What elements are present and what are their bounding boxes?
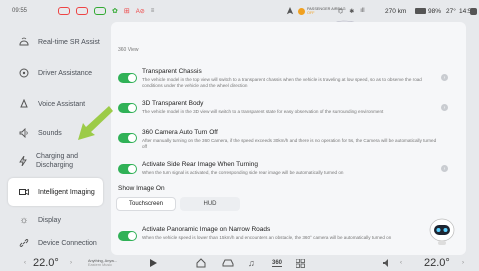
sidebar-item-intelligent-imaging[interactable]: Intelligent Imaging bbox=[8, 178, 103, 206]
sidebar-item-driver-assistance[interactable]: Driver Assistance bbox=[8, 59, 103, 87]
airbag-icon bbox=[298, 7, 305, 15]
status-time: 09:55 bbox=[12, 8, 28, 14]
show-image-on-label: Show Image On bbox=[118, 185, 165, 192]
driver-temp-increase[interactable]: › bbox=[70, 255, 72, 271]
music-icon[interactable]: ♫ bbox=[248, 255, 255, 271]
info-icon[interactable]: › bbox=[441, 74, 448, 81]
sidebar-item-label: Real-time SR Assist bbox=[38, 38, 100, 46]
battery-icon bbox=[415, 0, 426, 22]
setting-description: The vehicle model in the 3D view will sw… bbox=[142, 109, 384, 114]
seatbelt-warning-icon bbox=[58, 7, 70, 15]
car-radar-icon bbox=[18, 36, 30, 48]
side-rear-image-toggle[interactable] bbox=[118, 164, 137, 174]
volume-icon[interactable] bbox=[383, 255, 392, 271]
status-bar: 09:55 ✿ ⊞ A⊘ ≡ PASSENGER AIRBAG OFF ⌬ ✱ … bbox=[0, 0, 479, 22]
info-icon[interactable]: › bbox=[441, 104, 448, 111]
steering-wheel-icon bbox=[18, 67, 30, 79]
sidebar-item-label: Intelligent Imaging bbox=[38, 188, 95, 196]
show-image-on-selector: Touchscreen HUD bbox=[116, 197, 250, 211]
setting-description: The vehicle model in the top view will s… bbox=[142, 77, 422, 89]
option-hud[interactable]: HUD bbox=[180, 197, 240, 211]
home-icon[interactable] bbox=[196, 255, 206, 271]
360-camera-auto-off-toggle[interactable] bbox=[118, 133, 137, 143]
sidebar-item-real-time-sr-assist[interactable]: Real-time SR Assist bbox=[8, 28, 103, 56]
apps-grid-icon[interactable] bbox=[296, 255, 305, 271]
battery-level: 98% bbox=[428, 7, 442, 15]
seatbelt-warning-icon-2 bbox=[76, 7, 88, 15]
brightness-icon: ☼ bbox=[19, 214, 29, 226]
media-subtitle: Eastern Music bbox=[88, 263, 113, 267]
sidebar-item-label: Display bbox=[38, 216, 61, 224]
option-touchscreen[interactable]: Touchscreen bbox=[116, 197, 176, 211]
setting-title: 3D Transparent Body bbox=[142, 100, 204, 107]
bottom-bar: ‹ 22.0° › Anything, Anyw... Eastern Musi… bbox=[0, 255, 479, 271]
passenger-temperature: 22.0° bbox=[424, 257, 450, 269]
fog-light-icon: ≡ bbox=[150, 8, 155, 14]
light-indicator-icon bbox=[94, 7, 106, 15]
3d-transparent-body-toggle[interactable] bbox=[118, 103, 137, 113]
sidebar-item-charging[interactable]: Charging and Discharging bbox=[8, 147, 103, 175]
link-icon bbox=[18, 237, 30, 249]
driver-temp-decrease[interactable]: ‹ bbox=[24, 255, 26, 271]
media-widget[interactable]: Anything, Anyw... Eastern Music bbox=[88, 255, 117, 271]
passenger-temp-increase[interactable]: › bbox=[462, 255, 464, 271]
camera-360-button[interactable]: 360 bbox=[272, 255, 283, 271]
door-open-icon: ⊞ bbox=[123, 8, 130, 15]
pointer-arrow bbox=[73, 103, 113, 143]
setting-title: 360 Camera Auto Turn Off bbox=[142, 129, 218, 136]
camera-icon bbox=[18, 186, 30, 198]
eco-icon: ✿ bbox=[112, 8, 118, 15]
transparent-chassis-toggle[interactable] bbox=[118, 73, 137, 83]
setting-description: When the turn signal is activated, the c… bbox=[142, 170, 344, 175]
outside-temperature: 27° bbox=[446, 7, 456, 15]
abs-warning-icon: A⊘ bbox=[135, 8, 145, 15]
setting-title: Activate Side Rear Image When Turning bbox=[142, 161, 258, 168]
setting-title: Activate Panoramic Image on Narrow Roads bbox=[142, 226, 271, 233]
passenger-temp-decrease[interactable]: ‹ bbox=[400, 255, 402, 271]
status-indicators: ✿ ⊞ A⊘ ≡ bbox=[58, 0, 154, 22]
car-icon[interactable] bbox=[222, 255, 234, 271]
voice-icon bbox=[18, 98, 30, 110]
speaker-icon bbox=[18, 127, 30, 139]
camera-360-label: 360 bbox=[272, 259, 283, 267]
sidebar-item-display[interactable]: ☼ Display bbox=[8, 209, 103, 231]
assistant-robot-icon[interactable] bbox=[428, 216, 456, 246]
sidebar-item-label: Driver Assistance bbox=[38, 69, 93, 77]
profile-icon[interactable] bbox=[470, 0, 477, 22]
sidebar-item-device-connection[interactable]: Device Connection bbox=[8, 232, 103, 254]
driver-temperature: 22.0° bbox=[33, 257, 59, 269]
play-icon[interactable] bbox=[150, 255, 157, 271]
charging-icon bbox=[18, 155, 28, 167]
sidebar-item-label: Sounds bbox=[38, 129, 62, 137]
navigation-icon bbox=[286, 0, 294, 22]
info-icon[interactable]: › bbox=[441, 165, 448, 172]
setting-title: Transparent Chassis bbox=[142, 68, 202, 75]
sidebar-item-label: Device Connection bbox=[38, 239, 97, 247]
setting-description: After manually turning on the 360 Camera… bbox=[142, 138, 437, 150]
sidebar-item-label: Charging and Discharging bbox=[36, 153, 79, 169]
setting-description: When the vehicle speed is lower than 15k… bbox=[142, 235, 392, 240]
section-label-360-view: 360 View bbox=[118, 47, 139, 53]
settings-panel: 360 View Transparent Chassis The vehicle… bbox=[111, 22, 466, 255]
panoramic-narrow-roads-toggle[interactable] bbox=[118, 231, 137, 241]
range-readout: 270 km bbox=[385, 7, 407, 15]
